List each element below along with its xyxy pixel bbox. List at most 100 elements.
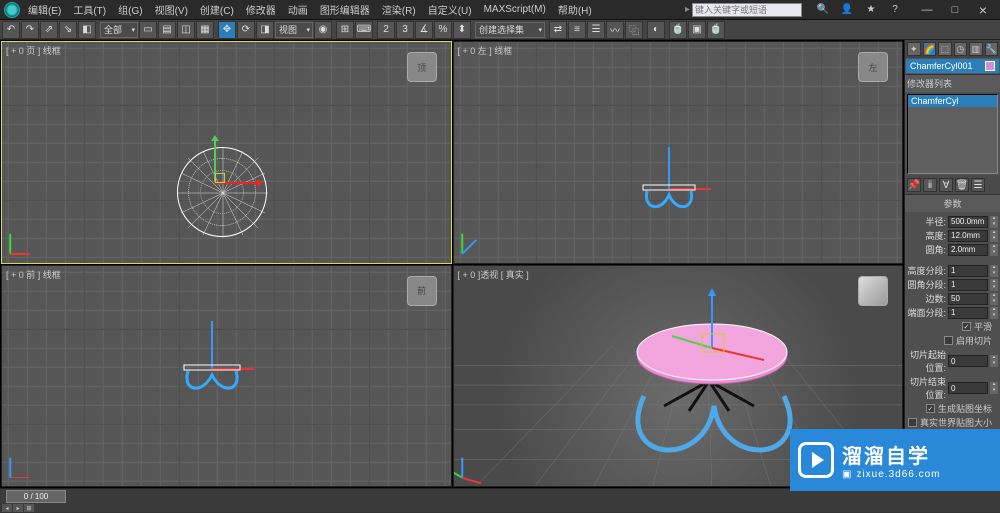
menu-modifiers[interactable]: 修改器 [242,2,280,17]
minimize-button[interactable]: — [914,2,940,18]
spinner-buttons[interactable]: ▴▾ [990,244,998,256]
schematic-button[interactable]: ⿻ [625,21,643,39]
timeline-expand-icon[interactable]: ⊞ [24,504,34,512]
tab-modify-icon[interactable]: 🌈 [923,42,937,56]
align-button[interactable]: ≡ [568,21,586,39]
material-editor-button[interactable]: ◐ [647,21,665,39]
refcoord-dropdown[interactable]: 视图 [275,22,313,38]
menu-tools[interactable]: 工具(T) [69,2,110,17]
undo-button[interactable]: ↶ [2,21,20,39]
select-region-button[interactable]: ◫ [177,21,195,39]
sides-spinner[interactable]: 50 [948,293,988,305]
height-spinner[interactable]: 12.0mm [948,230,988,242]
move-gizmo-icon[interactable] [214,182,258,184]
window-crossing-button[interactable]: ▦ [196,21,214,39]
close-button[interactable]: × [970,2,996,18]
tab-motion-icon[interactable]: ◷ [954,42,968,56]
tab-hierarchy-icon[interactable]: ⬚ [938,42,952,56]
menu-views[interactable]: 视图(V) [151,2,192,17]
cseg-spinner[interactable]: 1 [948,307,988,319]
tab-create-icon[interactable]: ✦ [907,42,921,56]
time-slider-thumb[interactable]: 0 / 100 [6,490,66,503]
spinnersnap-button[interactable]: ⬍ [453,21,471,39]
move-button[interactable]: ✥ [218,21,236,39]
menu-create[interactable]: 创建(C) [196,2,238,17]
menu-rendering[interactable]: 渲染(R) [378,2,420,17]
curve-editor-button[interactable]: 〰 [606,21,624,39]
sliceto-spinner[interactable]: 0 [948,382,988,394]
viewcube-top-icon[interactable]: 顶 [407,52,437,82]
radius-spinner[interactable]: 500.0mm [948,216,988,228]
track-bar[interactable]: ◂ ▸ ⊞ [0,506,1000,512]
snap2d-button[interactable]: 2 [377,21,395,39]
params-rollout-header[interactable]: 参数 [905,194,1000,212]
stack-pin-icon[interactable]: 📌 [907,178,921,192]
spinner-buttons[interactable]: ▴▾ [990,279,998,291]
menu-maxscript[interactable]: MAXScript(M) [480,4,550,15]
anglesnap-button[interactable]: ∡ [415,21,433,39]
fillet-spinner[interactable]: 2.0mm [948,244,988,256]
object-name-field[interactable]: ChamferCyl001 [905,58,1000,74]
snap3d-button[interactable]: 3 [396,21,414,39]
spinner-buttons[interactable]: ▴▾ [990,355,998,367]
stack-config-icon[interactable]: ☰ [971,178,985,192]
stack-remove-icon[interactable]: 🗑 [955,178,969,192]
help-icon[interactable]: ? [888,4,902,15]
tab-display-icon[interactable]: ▥ [969,42,983,56]
viewport-top[interactable]: [ + 0 页 ] 线框 顶 [1,41,452,264]
modifier-stack[interactable]: ChamferCyl [907,94,998,174]
rendered-frame-button[interactable]: ▣ [688,21,706,39]
realworld-checkbox[interactable]: 真实世界贴图大小 [907,416,998,429]
timeline-prev-icon[interactable]: ◂ [2,504,12,512]
pivot-button[interactable]: ◉ [314,21,332,39]
spinner-buttons[interactable]: ▴▾ [990,382,998,394]
spinner-buttons[interactable]: ▴▾ [990,293,998,305]
timeline-next-icon[interactable]: ▸ [13,504,23,512]
stack-unique-icon[interactable]: ∀ [939,178,953,192]
viewport-side[interactable]: [ + 0 左 ] 线框 左 [453,41,904,264]
menu-help[interactable]: 帮助(H) [554,2,596,17]
bind-button[interactable]: ◧ [78,21,96,39]
genmap-checkbox[interactable]: ✓生成贴图坐标 [907,402,998,415]
unlink-button[interactable]: ⇘ [59,21,77,39]
modifier-stack-item[interactable]: ChamferCyl [908,95,997,107]
viewport-front[interactable]: [ + 0 前 ] 线框 前 [1,265,452,488]
spinner-buttons[interactable]: ▴▾ [990,230,998,242]
render-button[interactable]: 🍵 [707,21,725,39]
manipulate-button[interactable]: ⊞ [336,21,354,39]
info-icon[interactable]: 🔍 [816,4,830,15]
menu-edit[interactable]: 编辑(E) [24,2,65,17]
smooth-checkbox[interactable]: ✓平滑 [907,320,998,333]
scale-button[interactable]: ◨ [256,21,274,39]
mirror-button[interactable]: ⇄ [549,21,567,39]
fseg-spinner[interactable]: 1 [948,279,988,291]
menu-animation[interactable]: 动画 [284,2,312,17]
render-setup-button[interactable]: 🍵 [669,21,687,39]
signin-icon[interactable]: 👤 [840,4,854,15]
spinner-buttons[interactable]: ▴▾ [990,265,998,277]
rotate-button[interactable]: ⟳ [237,21,255,39]
viewcube-side-icon[interactable]: 左 [858,52,888,82]
selection-filter-dropdown[interactable]: 全部 [100,22,138,38]
spinner-buttons[interactable]: ▴▾ [990,216,998,228]
hseg-spinner[interactable]: 1 [948,265,988,277]
slicefrom-spinner[interactable]: 0 [948,355,988,367]
tab-utilities-icon[interactable]: 🔧 [985,42,999,56]
object-color-swatch[interactable] [985,61,995,71]
maximize-button[interactable]: □ [942,2,968,18]
modifier-list-label[interactable]: 修改器列表 [905,74,1000,92]
viewcube-front-icon[interactable]: 前 [407,276,437,306]
menu-customize[interactable]: 自定义(U) [424,2,476,17]
redo-button[interactable]: ↷ [21,21,39,39]
menu-grapheditors[interactable]: 图形编辑器 [316,2,374,17]
sliceon-checkbox[interactable]: 启用切片 [907,334,998,347]
select-name-button[interactable]: ▤ [158,21,176,39]
link-button[interactable]: ⇗ [40,21,58,39]
layer-button[interactable]: ☰ [587,21,605,39]
named-selection-dropdown[interactable]: 创建选择集 [475,22,545,38]
pctsnap-button[interactable]: % [434,21,452,39]
keymode-button[interactable]: ⌨ [355,21,373,39]
select-button[interactable]: ▭ [139,21,157,39]
spinner-buttons[interactable]: ▴▾ [990,307,998,319]
menu-group[interactable]: 组(G) [114,2,146,17]
